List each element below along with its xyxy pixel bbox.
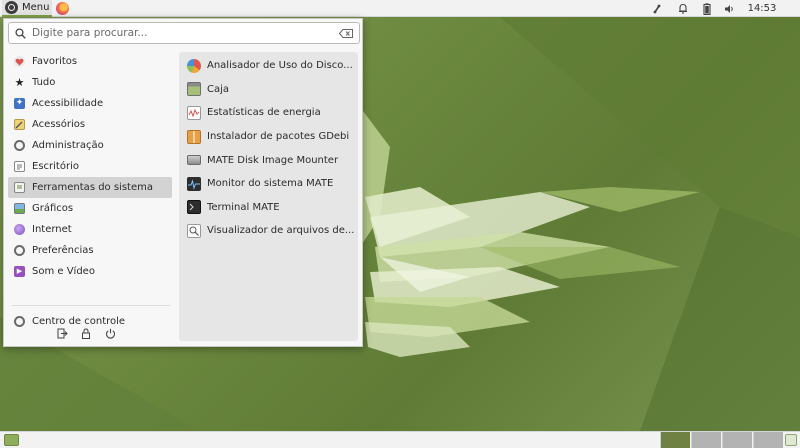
system-monitor-icon	[187, 176, 201, 191]
mate-logo-icon	[5, 0, 18, 14]
sound-video-icon: ▶	[14, 266, 25, 277]
graphics-icon	[14, 203, 25, 214]
package-installer-icon	[187, 129, 201, 144]
star-icon: ★	[14, 76, 25, 89]
accessories-icon	[14, 119, 25, 130]
accessibility-icon: ✦	[14, 98, 25, 109]
category-acessorios[interactable]: Acessórios	[8, 114, 172, 135]
category-internet[interactable]: Internet	[8, 219, 172, 240]
application-menu: Favoritos ★ Tudo ✦ Acessibilidade Acessó…	[3, 18, 363, 347]
power-statistics-icon	[187, 105, 201, 120]
session-actions	[56, 327, 116, 339]
office-icon	[14, 161, 25, 172]
show-desktop-icon[interactable]	[4, 434, 19, 446]
app-label: Estatísticas de energia	[207, 107, 321, 119]
heart-icon	[14, 56, 25, 67]
category-list: Favoritos ★ Tudo ✦ Acessibilidade Acessó…	[8, 51, 172, 282]
category-graficos[interactable]: Gráficos	[8, 198, 172, 219]
workspace-4[interactable]	[753, 432, 783, 448]
app-label: Visualizador de arquivos de...	[207, 225, 355, 237]
workspace-3[interactable]	[722, 432, 752, 448]
power-icon[interactable]	[104, 327, 116, 339]
category-label: Acessórios	[32, 119, 86, 130]
app-label: Instalador de pacotes GDebi	[207, 131, 350, 143]
firefox-icon[interactable]	[56, 1, 70, 15]
notification-bell-icon[interactable]	[676, 0, 690, 17]
app-label: Terminal MATE	[207, 201, 280, 213]
file-manager-icon	[187, 82, 201, 97]
category-divider	[12, 305, 170, 306]
category-label: Som e Vídeo	[32, 266, 95, 277]
bottom-panel	[0, 431, 800, 448]
menu-label: Menu	[22, 1, 50, 13]
administration-icon	[14, 140, 25, 151]
volume-icon[interactable]	[722, 0, 736, 17]
app-mate-terminal[interactable]: Terminal MATE	[179, 196, 358, 220]
category-label: Escritório	[32, 161, 79, 172]
system-tools-icon	[14, 182, 25, 193]
app-label: Monitor do sistema MATE	[207, 178, 334, 190]
control-center-label: Centro de controle	[32, 316, 126, 327]
category-label: Administração	[32, 140, 104, 151]
category-acessibilidade[interactable]: ✦ Acessibilidade	[8, 93, 172, 114]
app-label: MATE Disk Image Mounter	[207, 154, 339, 166]
app-label: Caja	[207, 83, 230, 95]
app-system-monitor[interactable]: Monitor do sistema MATE	[179, 172, 358, 196]
app-caja[interactable]: Caja	[179, 78, 358, 102]
category-label: Gráficos	[32, 203, 74, 214]
app-disk-image-mounter[interactable]: MATE Disk Image Mounter	[179, 148, 358, 172]
network-icon[interactable]	[650, 0, 664, 17]
clock[interactable]: 14:53	[742, 0, 782, 17]
category-label: Tudo	[32, 77, 56, 88]
log-viewer-icon	[187, 223, 201, 238]
app-label: Analisador de Uso do Disco...	[207, 60, 353, 72]
app-log-viewer[interactable]: Visualizador de arquivos de...	[179, 219, 358, 243]
applications-pane: Analisador de Uso do Disco... Caja Estat…	[179, 52, 358, 341]
clear-search-icon[interactable]	[339, 28, 353, 38]
category-label: Favoritos	[32, 56, 78, 67]
category-som-e-video[interactable]: ▶ Som e Vídeo	[8, 261, 172, 282]
workspace-2[interactable]	[691, 432, 721, 448]
category-label: Acessibilidade	[32, 98, 104, 109]
internet-icon	[14, 224, 25, 235]
category-ferramentas-do-sistema[interactable]: Ferramentas do sistema	[8, 177, 172, 198]
disk-image-icon	[187, 155, 201, 166]
category-tudo[interactable]: ★ Tudo	[8, 72, 172, 93]
category-label: Preferências	[32, 245, 94, 256]
category-preferencias[interactable]: Preferências	[8, 240, 172, 261]
search-icon	[15, 27, 26, 39]
app-gdebi-installer[interactable]: Instalador de pacotes GDebi	[179, 125, 358, 149]
workspace-1[interactable]	[660, 432, 690, 448]
app-power-statistics[interactable]: Estatísticas de energia	[179, 101, 358, 125]
main-menu-button[interactable]: Menu	[2, 0, 53, 17]
category-favoritos[interactable]: Favoritos	[8, 51, 172, 72]
app-disk-usage-analyzer[interactable]: Analisador de Uso do Disco...	[179, 54, 358, 78]
search-box[interactable]	[8, 22, 360, 44]
lock-icon[interactable]	[80, 327, 92, 339]
search-input[interactable]	[32, 27, 339, 39]
trash-icon[interactable]	[785, 434, 797, 446]
preferences-icon	[14, 245, 25, 256]
terminal-icon	[187, 200, 201, 215]
logout-icon[interactable]	[56, 327, 68, 339]
category-escritorio[interactable]: Escritório	[8, 156, 172, 177]
battery-icon[interactable]	[699, 0, 715, 17]
top-panel: Menu 14:53	[0, 0, 800, 17]
category-label: Internet	[32, 224, 72, 235]
control-center-icon	[14, 316, 25, 327]
category-administracao[interactable]: Administração	[8, 135, 172, 156]
disk-usage-icon	[187, 58, 201, 73]
category-label: Ferramentas do sistema	[32, 182, 153, 193]
